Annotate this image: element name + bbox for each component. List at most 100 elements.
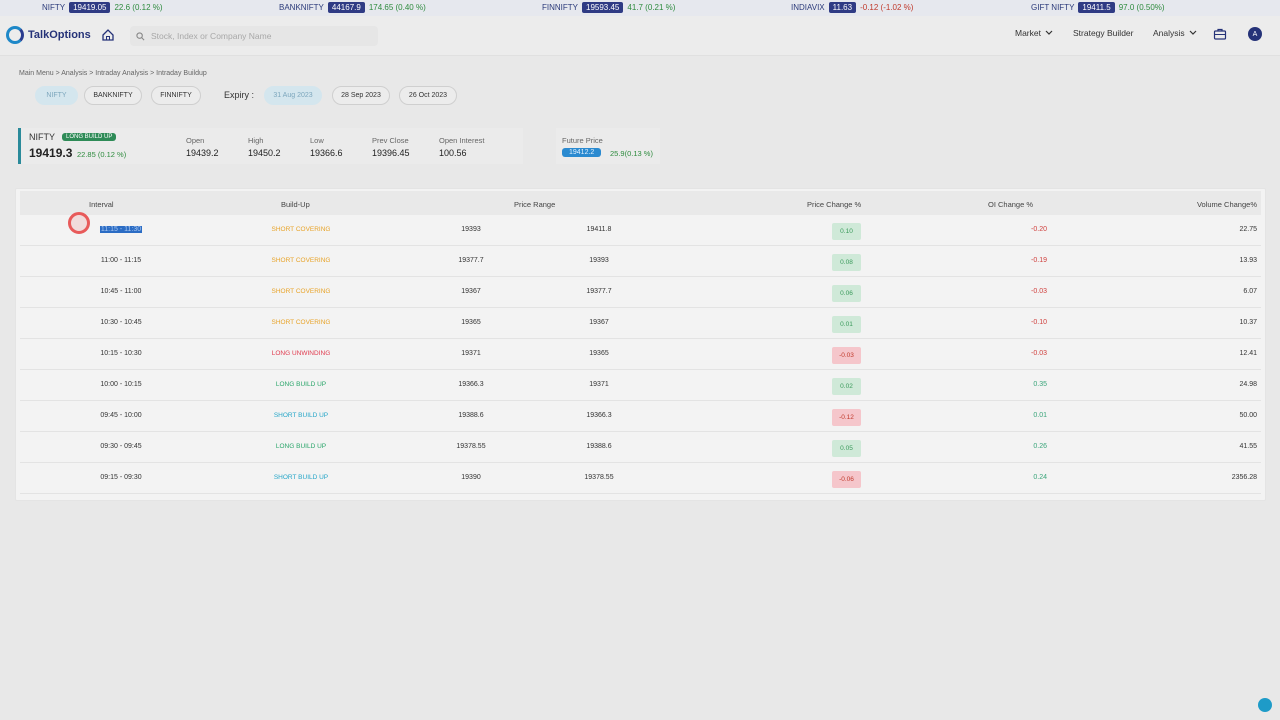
price-low-cell: 19388.6 (458, 412, 484, 419)
ticker-symbol: GIFT NIFTY (1031, 3, 1075, 12)
ticker-change: 22.6 (0.12 %) (114, 3, 163, 12)
volume-change-cell: 10.37 (1239, 319, 1257, 326)
buildup-cell: SHORT BUILD UP (273, 412, 329, 419)
table-row[interactable]: 10:00 - 10:15 LONG BUILD UP 19366.3 1937… (20, 370, 1261, 401)
stat-value: 19450.2 (248, 148, 281, 158)
interval-cell: 10:00 - 10:15 (100, 381, 142, 388)
interval-cell: 09:30 - 09:45 (100, 443, 142, 450)
price-high-cell: 19378.55 (584, 474, 614, 481)
symbol-chip-banknifty[interactable]: BANKNIFTY (84, 86, 142, 105)
interval-cell[interactable]: 11:15 - 11:30 (86, 226, 156, 233)
stat-value: 19366.6 (310, 148, 343, 158)
oi-change-cell: 0.01 (1033, 412, 1047, 419)
ticker-item[interactable]: NIFTY 19419.05 22.6 (0.12 %) (42, 2, 163, 13)
buildup-cell: SHORT BUILD UP (273, 474, 329, 481)
ticker-price: 19419.05 (69, 2, 111, 13)
ticker-item[interactable]: INDIAVIX 11.63 -0.12 (-1.02 %) (791, 2, 913, 13)
interval-cell: 11:00 - 11:15 (100, 257, 142, 264)
expiry-chip[interactable]: 26 Oct 2023 (399, 86, 457, 105)
search-bar[interactable] (130, 26, 378, 46)
scroll-top-button[interactable] (1258, 698, 1272, 712)
price-high-cell: 19365 (589, 350, 609, 357)
ticker-item[interactable]: FINNIFTY 19593.45 41.7 (0.21 %) (542, 2, 675, 13)
logo[interactable]: TalkOptions (6, 26, 91, 44)
volume-change-cell: 22.75 (1239, 226, 1257, 233)
price-low-cell: 19371 (461, 350, 481, 357)
oi-change-cell: -0.10 (1031, 319, 1047, 326)
index-ticker: NIFTY 19419.05 22.6 (0.12 %) BANKNIFTY 4… (0, 0, 1280, 16)
nav-analysis-label: Analysis (1153, 28, 1185, 38)
volume-change-cell: 6.07 (1243, 288, 1257, 295)
volume-change-cell: 2356.28 (1231, 474, 1257, 481)
symbol-chip-finnifty[interactable]: FINNIFTY (151, 86, 201, 105)
index-summary: NIFTY LONG BUILD UP 19419.3 22.85 (0.12 … (18, 128, 523, 164)
stat-low: Low 19366.6 (310, 136, 343, 158)
top-header: TalkOptions Market Strategy Builder Anal… (0, 16, 1280, 56)
table-row[interactable]: 10:45 - 11:00 SHORT COVERING 19367 19377… (20, 277, 1261, 308)
expiry-chip[interactable]: 28 Sep 2023 (332, 86, 390, 105)
oi-change-cell: -0.03 (1031, 288, 1047, 295)
stat-open: Open 19439.2 (186, 136, 219, 158)
stat-label: High (248, 136, 264, 145)
ticker-symbol: BANKNIFTY (279, 3, 324, 12)
buildup-badge: LONG BUILD UP (62, 133, 117, 141)
table-row[interactable]: 09:30 - 09:45 LONG BUILD UP 19378.55 193… (20, 432, 1261, 463)
volume-change-cell: 41.55 (1239, 443, 1257, 450)
stat-value: 19439.2 (186, 148, 219, 158)
table-row[interactable]: 11:15 - 11:30 SHORT COVERING 19393 19411… (20, 215, 1261, 246)
oi-change-cell: -0.03 (1031, 350, 1047, 357)
future-price-box: Future Price 19412.2 25.9(0.13 %) (556, 128, 660, 164)
interval-text: 11:15 - 11:30 (99, 226, 143, 233)
price-change-badge: -0.06 (832, 471, 861, 488)
buildup-cell: LONG BUILD UP (275, 381, 327, 388)
buildup-cell: SHORT COVERING (271, 288, 331, 295)
ticker-item[interactable]: GIFT NIFTY 19411.5 97.0 (0.50%) (1031, 2, 1165, 13)
home-icon[interactable] (101, 28, 115, 42)
avatar[interactable]: A (1248, 27, 1262, 41)
ticker-change: 41.7 (0.21 %) (627, 3, 676, 12)
ticker-item[interactable]: BANKNIFTY 44167.9 174.65 (0.40 %) (279, 2, 426, 13)
price-low-cell: 19378.55 (456, 443, 486, 450)
expiry-chip[interactable]: 31 Aug 2023 (264, 86, 322, 105)
stat-label: Prev Close (372, 136, 409, 145)
header-price-change[interactable]: Price Change % (807, 200, 861, 209)
header-buildup[interactable]: Build-Up (281, 200, 310, 209)
index-name: NIFTY (29, 132, 55, 142)
buildup-cell: SHORT COVERING (271, 319, 331, 326)
ticker-change: 174.65 (0.40 %) (368, 3, 426, 12)
ticker-symbol: FINNIFTY (542, 3, 578, 12)
table-row[interactable]: 11:00 - 11:15 SHORT COVERING 19377.7 193… (20, 246, 1261, 277)
stat-high: High 19450.2 (248, 136, 281, 158)
intraday-buildup-table: Interval Build-Up Price Range Price Chan… (15, 188, 1266, 501)
table-row[interactable]: 09:15 - 09:30 SHORT BUILD UP 19390 19378… (20, 463, 1261, 494)
header-volume-change[interactable]: Volume Change% (1197, 200, 1257, 209)
breadcrumb: Main Menu > Analysis > Intraday Analysis… (19, 70, 207, 77)
ticker-price: 44167.9 (327, 2, 365, 13)
chevron-down-icon (1189, 30, 1197, 35)
briefcase-icon[interactable] (1213, 27, 1227, 41)
price-low-cell: 19393 (461, 226, 481, 233)
stat-label: Open Interest (439, 136, 485, 145)
price-change-badge: 0.08 (832, 254, 861, 271)
table-header: Interval Build-Up Price Range Price Chan… (20, 191, 1261, 215)
table-row[interactable]: 09:45 - 10:00 SHORT BUILD UP 19388.6 193… (20, 401, 1261, 432)
price-change-badge: -0.12 (832, 409, 861, 426)
nav-strategy-builder[interactable]: Strategy Builder (1073, 28, 1133, 38)
buildup-cell: LONG UNWINDING (271, 350, 331, 357)
logo-text: TalkOptions (28, 29, 91, 41)
price-high-cell: 19377.7 (586, 288, 612, 295)
header-oi-change[interactable]: OI Change % (988, 200, 1033, 209)
ticker-symbol: NIFTY (42, 3, 66, 12)
search-input[interactable] (151, 31, 371, 41)
table-row[interactable]: 10:30 - 10:45 SHORT COVERING 19365 19367… (20, 308, 1261, 339)
header-interval[interactable]: Interval (89, 200, 114, 209)
header-price-range[interactable]: Price Range (514, 200, 555, 209)
nav-market[interactable]: Market (1015, 28, 1053, 38)
ticker-price: 19593.45 (582, 2, 624, 13)
interval-cell: 09:45 - 10:00 (100, 412, 142, 419)
price-high-cell: 19388.6 (586, 443, 612, 450)
table-row[interactable]: 10:15 - 10:30 LONG UNWINDING 19371 19365… (20, 339, 1261, 370)
symbol-chip-nifty[interactable]: NIFTY (35, 86, 78, 105)
nav-analysis[interactable]: Analysis (1153, 28, 1197, 38)
buildup-cell: SHORT COVERING (271, 257, 331, 264)
